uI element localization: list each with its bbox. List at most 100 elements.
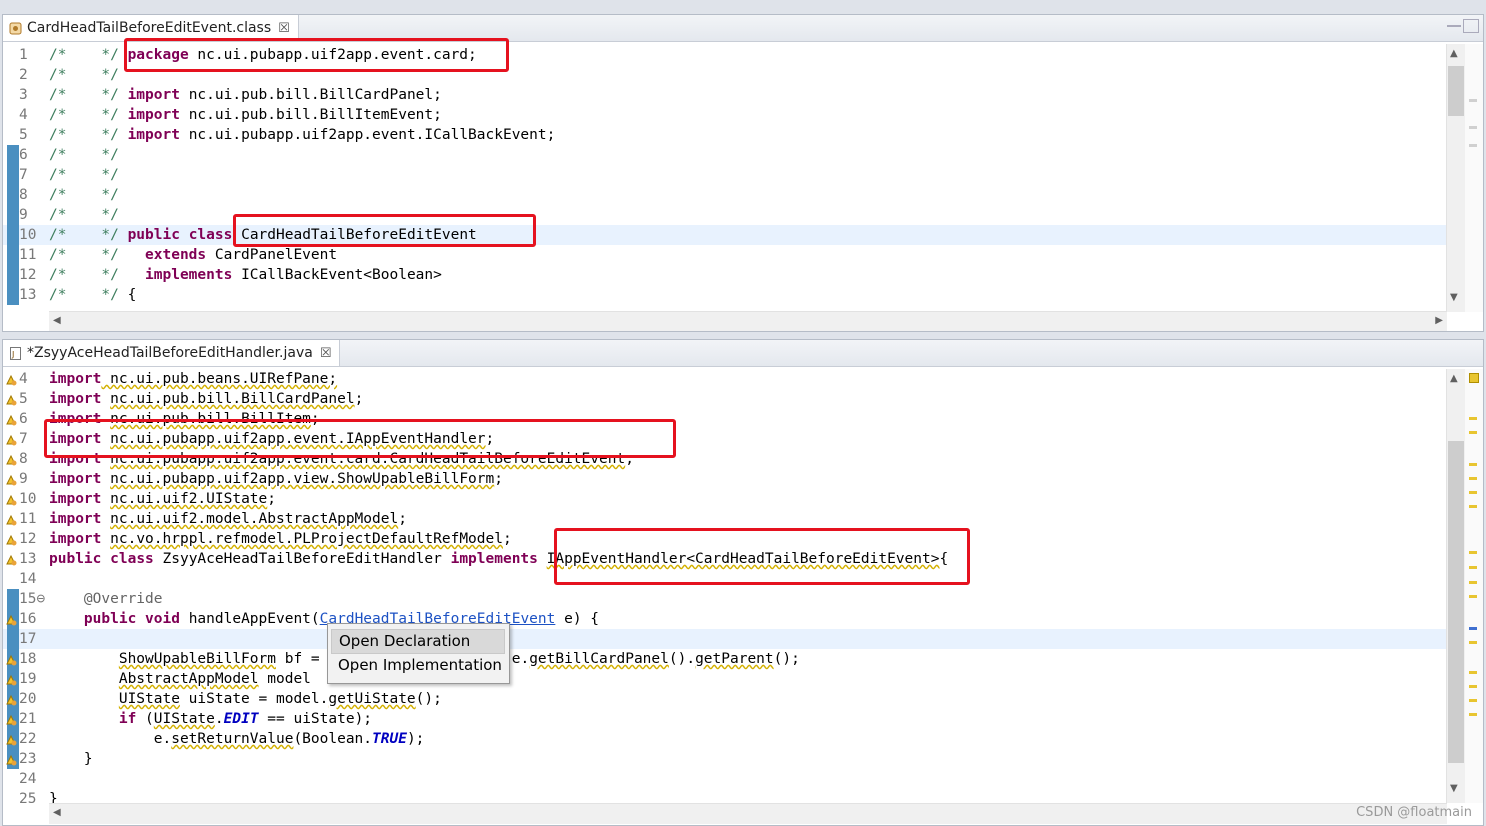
warning-icon[interactable] (5, 432, 17, 446)
line-gutter[interactable]: 11 (3, 245, 43, 265)
overview-marker[interactable] (1469, 126, 1477, 129)
line-gutter[interactable]: 17 (3, 629, 43, 649)
code-line[interactable]: 5 import nc.ui.pub.bill.BillCardPanel; (3, 389, 1447, 409)
warning-icon[interactable] (5, 372, 17, 386)
warning-icon[interactable] (5, 612, 17, 626)
warning-icon[interactable] (5, 392, 17, 406)
top-vertical-scrollbar[interactable]: ▲ ▼ (1446, 44, 1465, 312)
code-line[interactable]: 15⊖ @Override (3, 589, 1447, 609)
line-gutter[interactable]: 7 (3, 165, 43, 185)
scroll-down-icon[interactable]: ▼ (1450, 783, 1458, 794)
line-gutter[interactable]: 8 (3, 185, 43, 205)
line-gutter[interactable]: 25 (3, 789, 43, 809)
line-gutter[interactable]: 14 (3, 569, 43, 589)
line-gutter[interactable]: 9 (3, 469, 43, 489)
code-line[interactable]: 5 /* */ import nc.ui.pubapp.uif2app.event… (3, 125, 1447, 145)
warning-icon[interactable] (5, 652, 17, 666)
code-line[interactable]: 3 /* */ import nc.ui.pub.bill.BillCardPan… (3, 85, 1447, 105)
code-line[interactable]: 11 /* */ extends CardPanelEvent (3, 245, 1447, 265)
scroll-left-icon[interactable]: ◀ (53, 315, 61, 326)
overview-marker[interactable] (1469, 99, 1477, 102)
line-gutter[interactable]: 7 (3, 429, 43, 449)
menu-item-open-declaration[interactable]: Open Declaration (331, 629, 505, 654)
line-gutter[interactable]: 18 (3, 649, 43, 669)
top-horizontal-scrollbar[interactable]: ◀ ▶ (49, 311, 1447, 331)
code-line[interactable]: 23 } (3, 749, 1447, 769)
line-gutter[interactable]: 20 (3, 689, 43, 709)
line-gutter[interactable]: 12 (3, 529, 43, 549)
code-line[interactable]: 10/* */ public class CardHeadTailBeforeE… (3, 225, 1447, 245)
scroll-down-icon[interactable]: ▼ (1450, 292, 1458, 303)
scroll-thumb[interactable] (1448, 441, 1464, 763)
overview-marker[interactable] (1469, 671, 1477, 674)
code-line[interactable]: 4 /* */ import nc.ui.pub.bill.BillItemEve… (3, 105, 1447, 125)
code-line[interactable]: 7 /* */ (3, 165, 1447, 185)
warning-icon[interactable] (5, 472, 17, 486)
warning-icon[interactable] (5, 712, 17, 726)
warning-icon[interactable] (5, 752, 17, 766)
overview-marker[interactable] (1469, 477, 1477, 480)
close-icon[interactable]: ☒ (278, 21, 290, 36)
overview-marker[interactable] (1469, 713, 1477, 716)
line-gutter[interactable]: 5 (3, 389, 43, 409)
code-line[interactable]: 9 import nc.ui.pubapp.uif2app.view.ShowUp… (3, 469, 1447, 489)
line-gutter[interactable]: 19 (3, 669, 43, 689)
line-gutter[interactable]: 15⊖ (3, 589, 45, 609)
warning-icon[interactable] (5, 692, 17, 706)
overview-marker[interactable] (1469, 144, 1477, 147)
code-line[interactable]: 12 /* */ implements ICallBackEvent<Boolea… (3, 265, 1447, 285)
line-gutter[interactable]: 6 (3, 409, 43, 429)
scroll-thumb[interactable] (1448, 66, 1464, 116)
line-gutter[interactable]: 12 (3, 265, 43, 285)
code-line[interactable]: 20 UIState uiState = model.getUiState(); (3, 689, 1447, 709)
warning-icon[interactable] (5, 492, 17, 506)
code-line[interactable]: 22 e.setReturnValue(Boolean.TRUE); (3, 729, 1447, 749)
menu-item-open-implementation[interactable]: Open Implementation (331, 654, 505, 677)
code-line[interactable]: 11 import nc.ui.uif2.model.AbstractAppMod… (3, 509, 1447, 529)
code-line[interactable]: 10 import nc.ui.uif2.UIState; (3, 489, 1447, 509)
line-gutter[interactable]: 2 (3, 65, 43, 85)
overview-marker[interactable] (1469, 491, 1477, 494)
overview-marker[interactable] (1469, 417, 1477, 420)
line-gutter[interactable]: 1 (3, 45, 43, 65)
close-icon[interactable]: ☒ (320, 346, 332, 361)
tab-java-file[interactable]: J *ZsyyAceHeadTailBeforeEditHandler.java… (3, 340, 341, 366)
line-gutter[interactable]: 4 (3, 369, 43, 389)
warning-icon[interactable] (5, 512, 17, 526)
overview-marker[interactable] (1469, 505, 1477, 508)
code-line[interactable]: 19 AbstractAppModel model (3, 669, 1447, 689)
overview-marker[interactable] (1469, 431, 1477, 434)
warning-icon[interactable] (5, 552, 17, 566)
overview-marker[interactable] (1469, 581, 1477, 584)
overview-marker[interactable] (1469, 641, 1477, 644)
top-code-area[interactable]: 1/* */ package nc.ui.pubapp.uif2app.even… (3, 44, 1447, 312)
code-line[interactable]: 4 import nc.ui.pub.beans.UIRefPane; (3, 369, 1447, 389)
warning-icon[interactable] (5, 532, 17, 546)
warning-icon[interactable] (5, 732, 17, 746)
code-line[interactable]: 9 /* */ (3, 205, 1447, 225)
warning-icon[interactable] (5, 412, 17, 426)
code-line[interactable]: 16 public void handleAppEvent(CardHeadTa… (3, 609, 1447, 629)
code-line[interactable]: 17 (3, 629, 1447, 649)
code-line[interactable]: 24 (3, 769, 1447, 789)
minimize-icon[interactable] (1447, 19, 1461, 27)
code-line[interactable]: 8 /* */ (3, 185, 1447, 205)
line-gutter[interactable]: 6 (3, 145, 43, 165)
line-gutter[interactable]: 9 (3, 205, 43, 225)
scroll-up-icon[interactable]: ▲ (1450, 373, 1458, 384)
bottom-vertical-scrollbar[interactable]: ▲ ▼ (1446, 369, 1465, 803)
code-line[interactable]: 21 if (UIState.EDIT == uiState); (3, 709, 1447, 729)
line-gutter[interactable]: 10 (3, 225, 43, 245)
line-gutter[interactable]: 11 (3, 509, 43, 529)
warning-icon[interactable] (5, 672, 17, 686)
line-gutter[interactable]: 8 (3, 449, 43, 469)
line-gutter[interactable]: 3 (3, 85, 43, 105)
maximize-icon[interactable] (1463, 19, 1479, 33)
overview-marker[interactable] (1469, 463, 1477, 466)
code-line[interactable]: 18 ShowUpableBillForm bf = )e.getBillCar… (3, 649, 1447, 669)
scroll-right-icon[interactable]: ▶ (1435, 315, 1443, 326)
line-gutter[interactable]: 22 (3, 729, 43, 749)
scroll-up-icon[interactable]: ▲ (1450, 48, 1458, 59)
line-gutter[interactable]: 13 (3, 285, 43, 305)
overview-marker[interactable] (1469, 595, 1477, 598)
